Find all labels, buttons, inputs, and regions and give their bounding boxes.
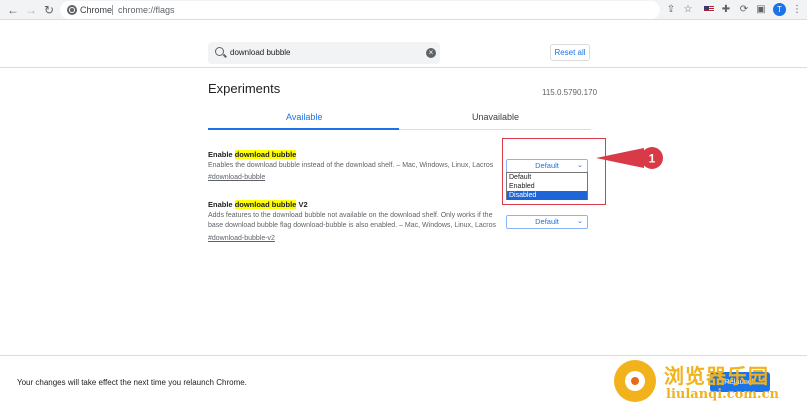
forward-arrow-icon[interactable]: →	[24, 3, 38, 17]
experiment-title-prefix: Enable	[208, 150, 235, 159]
extensions-puzzle-icon[interactable]: ✚	[719, 3, 733, 17]
watermark-name: 浏览器乐园	[664, 364, 769, 388]
search-flags-box[interactable]: download bubble ×	[208, 42, 440, 64]
experiment-title: Enable download bubble	[208, 150, 297, 159]
bookmark-star-icon[interactable]: ☆	[681, 3, 695, 17]
reload-icon[interactable]: ↻	[42, 3, 56, 17]
url-text[interactable]: chrome://flags	[118, 5, 175, 15]
address-bar[interactable]: Chrome chrome://flags	[60, 1, 660, 19]
select-value: Default	[535, 217, 559, 226]
tab-available[interactable]: Available	[286, 112, 322, 122]
tab-unavailable[interactable]: Unavailable	[472, 112, 519, 122]
menu-kebab-icon[interactable]: ⋮	[790, 3, 804, 17]
watermark-url: liulanqi.com.cn	[666, 387, 779, 402]
clear-search-icon[interactable]: ×	[426, 48, 436, 58]
search-highlight: download bubble	[234, 150, 297, 159]
page-title: Experiments	[208, 81, 281, 96]
annotation-pointer	[596, 148, 644, 168]
us-flag-extension-icon[interactable]	[704, 6, 714, 13]
search-highlight: download bubble	[234, 200, 297, 209]
chrome-icon	[67, 5, 77, 15]
share-icon[interactable]: ⇪	[664, 3, 678, 17]
experiment-title: Enable download bubble V2	[208, 200, 308, 209]
experiment-link[interactable]: #download-bubble-v2	[208, 235, 275, 242]
extension-icon[interactable]: ⟳	[737, 3, 751, 17]
experiment-description: Adds features to the download bubble not…	[208, 212, 496, 229]
reset-all-button[interactable]: Reset all	[550, 44, 590, 61]
search-input[interactable]: download bubble	[230, 48, 291, 57]
back-arrow-icon[interactable]: ←	[6, 3, 20, 17]
tab-active-indicator	[208, 128, 399, 130]
experiment-title-suffix: V2	[296, 200, 308, 209]
profile-avatar[interactable]: T	[773, 3, 786, 16]
watermark-logo-icon	[614, 360, 656, 402]
side-panel-icon[interactable]: ▣	[754, 3, 768, 17]
experiment-link[interactable]: #download-bubble	[208, 174, 265, 181]
address-separator	[112, 5, 113, 15]
annotation-highlight-box	[502, 138, 606, 205]
site-name: Chrome	[80, 5, 113, 15]
annotation-number: 1	[649, 152, 656, 166]
annotation-callout: 1	[596, 147, 663, 169]
experiment-select[interactable]: Default ⌄	[506, 215, 588, 229]
experiment-title-prefix: Enable	[208, 200, 235, 209]
browser-toolbar: ← → ↻ Chrome chrome://flags ⇪ ☆ ✚ ⟳ ▣ T …	[0, 0, 807, 20]
chevron-down-icon: ⌄	[577, 218, 583, 225]
flags-header: download bubble × Reset all	[0, 21, 807, 68]
version-label: 115.0.5790.170	[542, 88, 598, 97]
search-icon	[215, 47, 224, 56]
relaunch-message: Your changes will take effect the next t…	[17, 378, 247, 387]
experiment-description: Enables the download bubble instead of t…	[208, 162, 494, 169]
